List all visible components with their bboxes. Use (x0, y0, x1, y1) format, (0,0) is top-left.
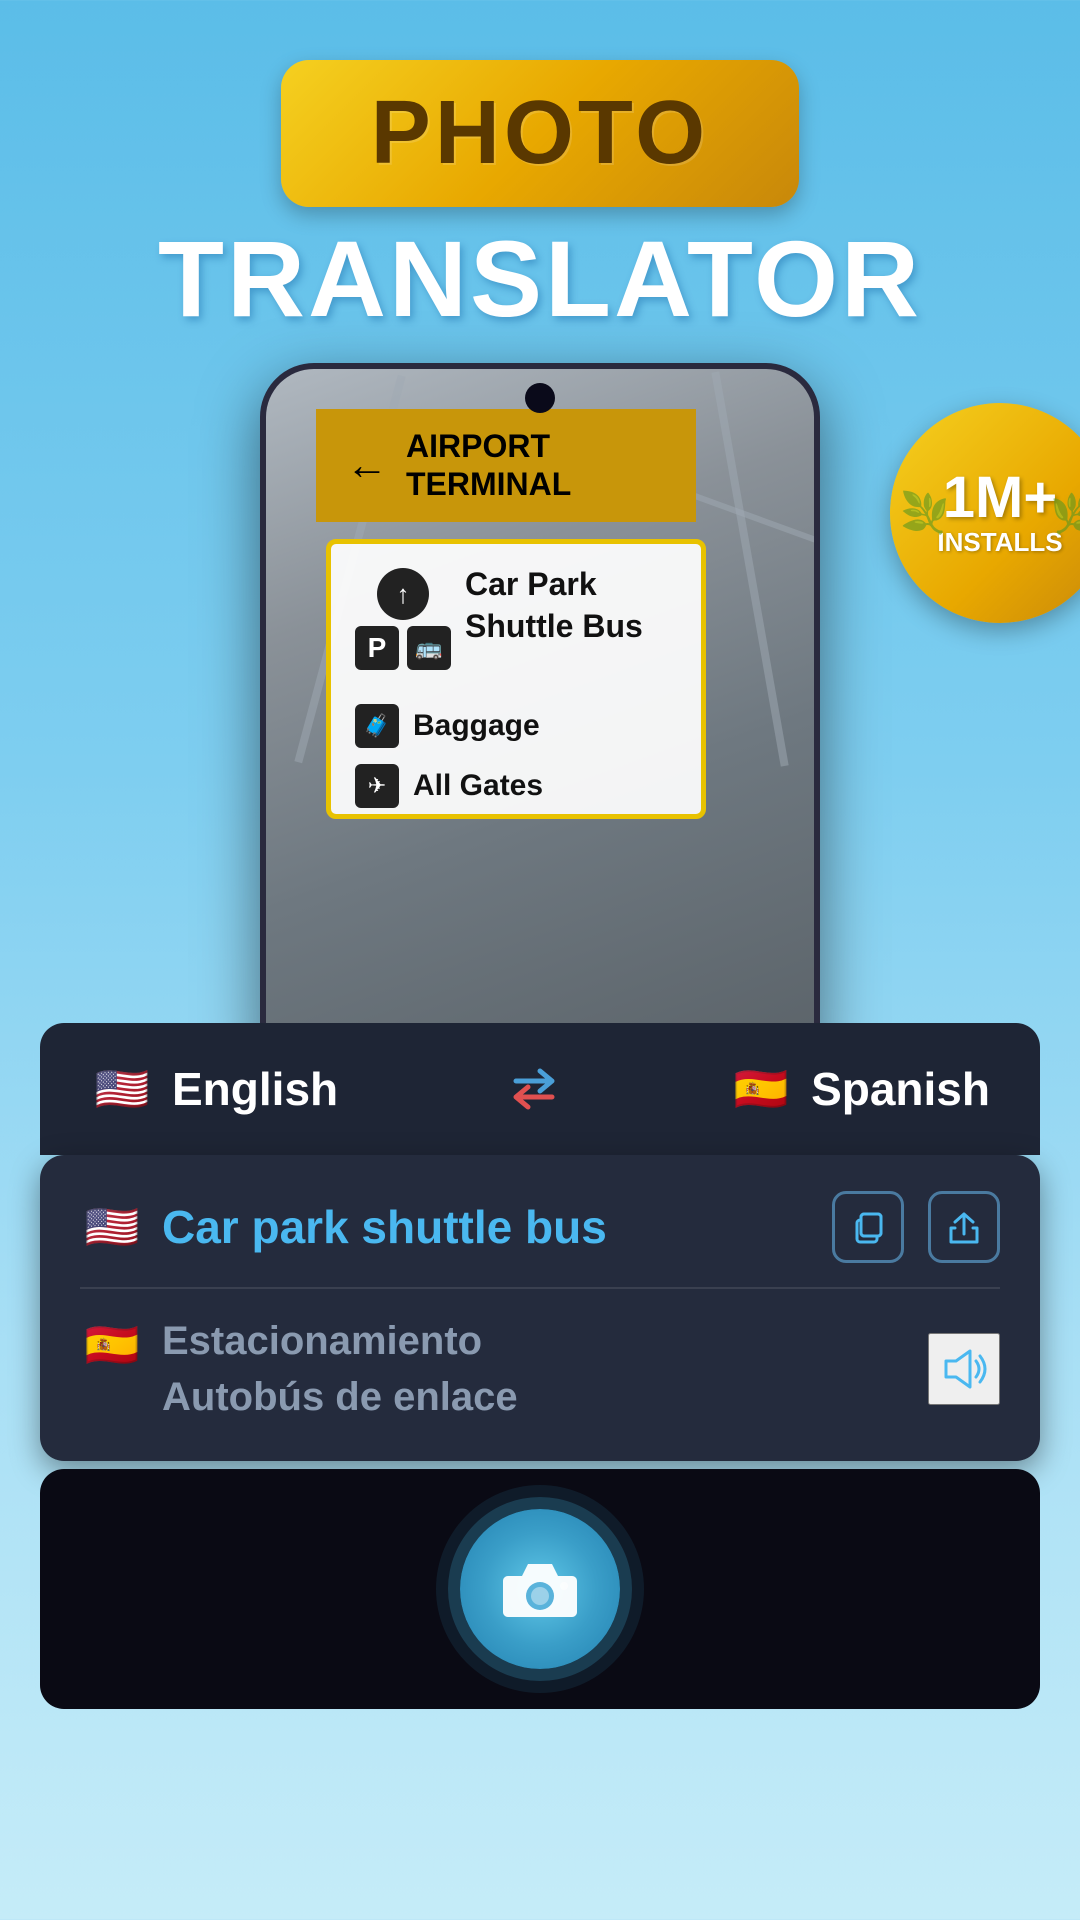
target-result-text: EstacionamientoAutobús de enlace (162, 1313, 518, 1425)
bottom-panel: 🇺🇸 English 🇪🇸 Spanish 🇺🇸 (0, 1023, 1080, 1709)
baggage-text: Baggage (413, 709, 540, 743)
source-row: 🇺🇸 Car park shuttle bus (80, 1191, 1000, 1263)
swap-button[interactable] (498, 1053, 570, 1125)
baggage-row: 🧳 Baggage (331, 696, 701, 756)
phone-notch (525, 383, 555, 413)
gates-row: ✈ All Gates (331, 756, 701, 816)
card-actions (832, 1191, 1000, 1263)
source-language[interactable]: 🇺🇸 English (90, 1057, 338, 1121)
copy-icon (849, 1208, 887, 1246)
source-lang-label: English (172, 1062, 338, 1116)
target-row: 🇪🇸 EstacionamientoAutobús de enlace (80, 1313, 1000, 1425)
source-left: 🇺🇸 Car park shuttle bus (80, 1195, 607, 1259)
camera-icon (500, 1554, 580, 1624)
share-button[interactable] (928, 1191, 1000, 1263)
up-arrow-icon: ↑ (377, 568, 429, 620)
bus-icon: 🚌 (407, 626, 451, 670)
scan-top: ↑ P 🚌 Car ParkShuttle Bus (331, 544, 701, 680)
installs-number: 1M+ (943, 469, 1057, 527)
speaker-icon (936, 1341, 992, 1397)
translation-card: 🇺🇸 Car park shuttle bus (40, 1155, 1040, 1461)
photo-label: PHOTO (371, 82, 709, 185)
airport-sign: ← AIRPORT TERMINAL (316, 409, 696, 522)
gates-icon: ✈ (355, 764, 399, 808)
language-bar: 🇺🇸 English 🇪🇸 Spanish (40, 1023, 1040, 1155)
photo-badge: PHOTO (281, 60, 799, 207)
scan-main-text: Car ParkShuttle Bus (465, 564, 643, 647)
scan-box: ↑ P 🚌 Car ParkShuttle Bus 🧳 Baggage ✈ (326, 539, 706, 819)
target-result-flag: 🇪🇸 (80, 1313, 144, 1377)
camera-background: ← AIRPORT TERMINAL ↑ P 🚌 Car Par (266, 369, 814, 1077)
laurel-left-icon: 🌿 (900, 490, 950, 537)
scan-icons: ↑ P 🚌 (355, 564, 451, 670)
installs-label: INSTALLS (937, 527, 1062, 558)
gates-text: All Gates (413, 769, 543, 803)
arrow-icon: ← (346, 441, 388, 489)
phone-mockup: ← AIRPORT TERMINAL ↑ P 🚌 Car Par (260, 363, 820, 1083)
speaker-button[interactable] (928, 1333, 1000, 1405)
target-language[interactable]: 🇪🇸 Spanish (729, 1057, 990, 1121)
source-result-flag: 🇺🇸 (80, 1195, 144, 1259)
airport-line2: TERMINAL (406, 465, 571, 503)
header: PHOTO TRANSLATOR (0, 0, 1080, 363)
installs-badge: 🌿 🌿 1M+ INSTALLS (890, 403, 1080, 623)
phone-section: ← AIRPORT TERMINAL ↑ P 🚌 Car Par (0, 363, 1080, 1083)
source-result-text: Car park shuttle bus (162, 1200, 607, 1254)
card-divider (80, 1287, 1000, 1289)
camera-button[interactable] (460, 1509, 620, 1669)
target-lang-label: Spanish (811, 1062, 990, 1116)
target-left: 🇪🇸 EstacionamientoAutobús de enlace (80, 1313, 928, 1425)
translator-title: TRANSLATOR (158, 225, 922, 333)
target-flag: 🇪🇸 (729, 1057, 793, 1121)
airport-line1: AIRPORT (406, 427, 571, 465)
laurel-right-icon: 🌿 (1050, 490, 1080, 537)
source-flag: 🇺🇸 (90, 1057, 154, 1121)
camera-area (40, 1469, 1040, 1709)
swap-icon-svg (498, 1053, 570, 1125)
copy-button[interactable] (832, 1191, 904, 1263)
baggage-icon: 🧳 (355, 704, 399, 748)
share-icon (945, 1208, 983, 1246)
parking-icon: P (355, 626, 399, 670)
